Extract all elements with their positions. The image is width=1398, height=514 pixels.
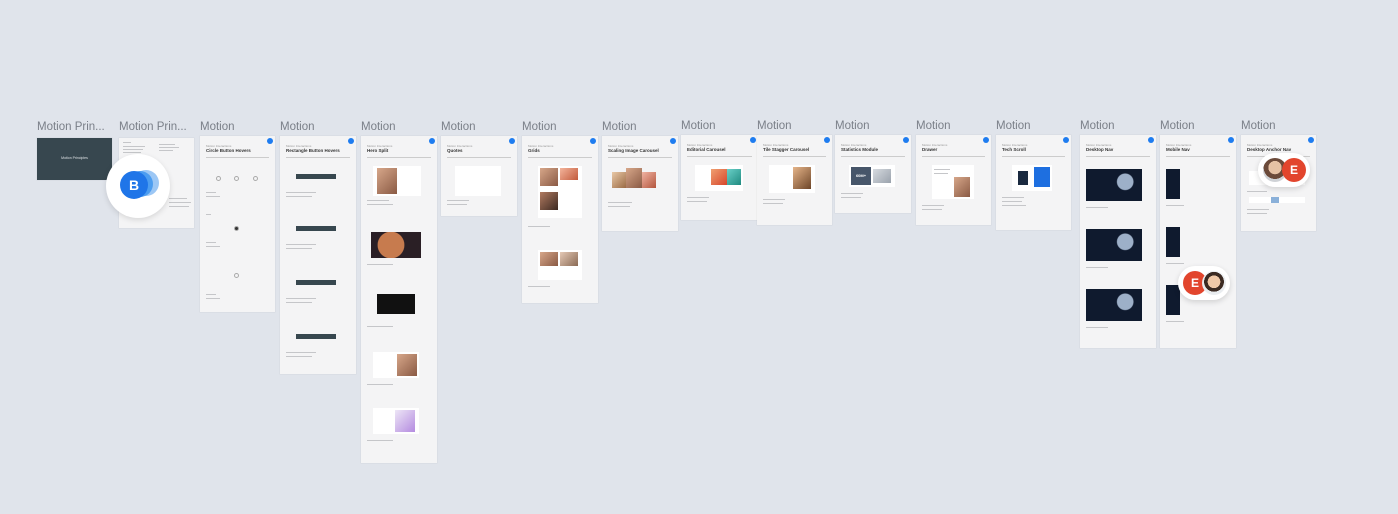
frame-title: Tech Scroll xyxy=(1002,147,1026,152)
frame-statistics-module[interactable]: Motion Interactions Statistics Module 60… xyxy=(835,135,911,213)
collaborator-pill[interactable]: E xyxy=(1258,153,1310,187)
frame-label[interactable]: Motion Prin... xyxy=(119,121,193,133)
frame-label[interactable]: Motion xyxy=(361,121,396,133)
frame-title: Drawer xyxy=(922,147,938,152)
frame-editorial-carousel[interactable]: Motion Interactions Editorial Carousel xyxy=(681,135,758,220)
collaborator-pill[interactable]: E xyxy=(1178,266,1230,300)
collaborator-avatar-b[interactable]: B xyxy=(120,171,148,199)
collaborator-avatar-group[interactable]: B xyxy=(106,154,170,218)
frame-label[interactable]: Motion xyxy=(681,120,716,132)
frame-tech-scroll[interactable]: Motion Interactions Tech Scroll xyxy=(996,135,1071,230)
frame-title: Hero Split xyxy=(367,148,389,153)
frame-label[interactable]: Motion xyxy=(835,120,870,132)
frame-rectangle-button-hovers[interactable]: Motion Interactions Rectangle Button Hov… xyxy=(280,136,356,374)
frame-tile-stagger-carousel[interactable]: Motion Interactions Tile Stagger Carouse… xyxy=(757,135,832,225)
frame-title: Quotes xyxy=(447,148,463,153)
comment-badge[interactable] xyxy=(1063,137,1069,143)
frame-title: Rectangle Button Hovers xyxy=(286,148,340,153)
frame-title: Editorial Carousel xyxy=(687,147,726,152)
frame-mobile-nav[interactable]: Motion Interactions Mobile Nav xyxy=(1160,135,1236,348)
collaborator-avatar-e[interactable]: E xyxy=(1282,158,1306,182)
frame-label[interactable]: Motion xyxy=(280,121,315,133)
frame-scaling-image-carousel[interactable]: Motion Interactions Scaling Image Carous… xyxy=(602,136,678,231)
comment-badge[interactable] xyxy=(1228,137,1234,143)
frame-title: Grids xyxy=(528,148,540,153)
frame-label[interactable]: Motion xyxy=(1160,120,1195,132)
frame-title: Desktop Nav xyxy=(1086,147,1114,152)
frame-title: Statistics Module xyxy=(841,147,879,152)
collaborator-photo-avatar[interactable] xyxy=(1202,271,1226,295)
comment-badge[interactable] xyxy=(267,138,273,144)
frame-title: Mobile Nav xyxy=(1166,147,1190,152)
comment-badge[interactable] xyxy=(1308,137,1314,143)
frame-title: Scaling Image Carousel xyxy=(608,148,659,153)
frame-title: Desktop Anchor Nav xyxy=(1247,147,1292,152)
frame-label[interactable]: Motion xyxy=(522,121,557,133)
comment-badge[interactable] xyxy=(509,138,515,144)
frame-quotes[interactable]: Motion Interactions Quotes xyxy=(441,136,517,216)
cover-title: Motion Principles xyxy=(61,156,88,160)
stat-value: 60M+ xyxy=(851,167,871,185)
frame-title: Tile Stagger Carousel xyxy=(763,147,810,152)
frame-circle-button-hovers[interactable]: Motion Interactions Circle Button Hovers xyxy=(200,136,275,312)
comment-badge[interactable] xyxy=(750,137,756,143)
frame-label[interactable]: Motion xyxy=(441,121,476,133)
frame-label[interactable]: Motion xyxy=(757,120,792,132)
frame-label[interactable]: Motion Prin... xyxy=(37,121,111,133)
comment-badge[interactable] xyxy=(670,138,676,144)
comment-badge[interactable] xyxy=(348,138,354,144)
comment-badge[interactable] xyxy=(983,137,989,143)
comment-badge[interactable] xyxy=(1148,137,1154,143)
frame-label[interactable]: Motion xyxy=(1080,120,1115,132)
frame-label[interactable]: Motion xyxy=(200,121,235,133)
figma-canvas[interactable]: { "canvas": { "background": "#e0e4eb", "… xyxy=(0,0,1398,514)
comment-badge[interactable] xyxy=(903,137,909,143)
frame-desktop-nav[interactable]: Motion Interactions Desktop Nav xyxy=(1080,135,1156,348)
frame-label[interactable]: Motion xyxy=(1241,120,1276,132)
frame-hero-split[interactable]: Motion Interactions Hero Split xyxy=(361,136,437,463)
frame-grids[interactable]: Motion Interactions Grids xyxy=(522,136,598,303)
frame-title: Circle Button Hovers xyxy=(206,148,251,153)
frame-drawer[interactable]: Motion Interactions Drawer xyxy=(916,135,991,225)
comment-badge[interactable] xyxy=(429,138,435,144)
comment-badge[interactable] xyxy=(824,137,830,143)
frame-motion-principles-cover[interactable]: Motion Principles xyxy=(37,138,112,180)
frame-label[interactable]: Motion xyxy=(996,120,1031,132)
frame-label[interactable]: Motion xyxy=(602,121,637,133)
comment-badge[interactable] xyxy=(590,138,596,144)
frame-label[interactable]: Motion xyxy=(916,120,951,132)
